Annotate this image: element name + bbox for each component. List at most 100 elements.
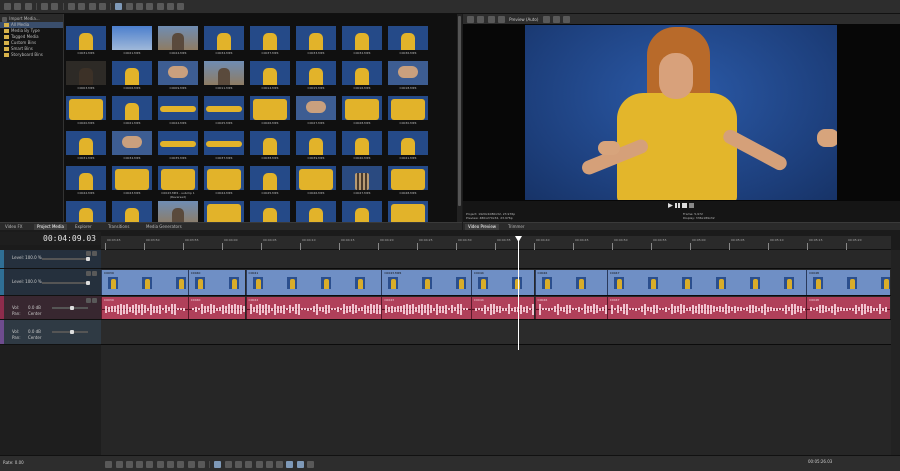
- tab-transitions[interactable]: Transitions: [105, 224, 132, 230]
- media-thumbnail[interactable]: [296, 201, 336, 222]
- media-thumbnail[interactable]: C0009.MP4: [158, 61, 198, 95]
- media-thumbnail[interactable]: [342, 201, 382, 222]
- media-thumbnail[interactable]: C0027.MP4: [296, 96, 336, 130]
- normal-edit-icon[interactable]: [214, 461, 222, 468]
- redo-icon[interactable]: [51, 3, 59, 10]
- split-screen-icon[interactable]: [497, 16, 505, 23]
- media-thumbnail[interactable]: C0043.MP4 - subclip 1 (Reversed): [158, 166, 198, 200]
- video-track-2-row[interactable]: C0039 C0040 C0041 C0043.MP4 C0044 C0046 C0047 C…: [101, 269, 891, 296]
- media-thumbnail[interactable]: [250, 201, 290, 222]
- media-thumbnail[interactable]: [112, 201, 152, 222]
- media-thumbnail[interactable]: C0003.MP4: [66, 61, 106, 95]
- media-thumbnail[interactable]: [158, 201, 198, 222]
- media-thumbnail[interactable]: C0038.MP4: [250, 131, 290, 165]
- delete-icon[interactable]: [98, 3, 106, 10]
- volume-slider[interactable]: [52, 306, 88, 310]
- pause-icon[interactable]: [146, 461, 154, 468]
- mute-icon[interactable]: [86, 251, 91, 256]
- audio-clip[interactable]: C0040: [187, 297, 246, 319]
- auto-ripple-icon[interactable]: [156, 3, 164, 10]
- play-from-start-icon[interactable]: [125, 461, 133, 468]
- audio-track-header-2[interactable]: Vol: 0.0 dB Pan: Center: [0, 320, 101, 345]
- import-media-button[interactable]: Import Media...: [9, 16, 39, 21]
- preview-quality-dropdown[interactable]: Preview (Auto): [509, 17, 538, 22]
- play-icon[interactable]: [136, 461, 144, 468]
- solo-icon[interactable]: [92, 251, 97, 256]
- cut-icon[interactable]: [67, 3, 75, 10]
- video-clip[interactable]: C0039: [101, 270, 188, 295]
- media-thumbnail[interactable]: C0021.MP4: [112, 96, 152, 130]
- save-icon[interactable]: [14, 3, 22, 10]
- media-tree-item[interactable]: Storyboard Bins: [0, 52, 63, 58]
- audio-clip[interactable]: C0044: [470, 297, 535, 319]
- video-clip[interactable]: C0046: [534, 270, 607, 295]
- media-thumbnail[interactable]: [66, 201, 106, 222]
- video-track-header-2[interactable]: Level: 100.0 %: [0, 269, 101, 296]
- audio-clip[interactable]: C0039: [101, 297, 188, 319]
- split-icon[interactable]: [224, 461, 232, 468]
- preview-settings-icon[interactable]: [467, 16, 474, 23]
- media-thumbnail[interactable]: C0014.MP4: [250, 61, 290, 95]
- marker-icon[interactable]: [265, 461, 273, 468]
- undo-icon[interactable]: [41, 3, 49, 10]
- timeline-empty-area[interactable]: [101, 345, 891, 455]
- media-thumbnail[interactable]: C0025.MP4: [204, 96, 244, 130]
- playhead-line[interactable]: [518, 240, 519, 350]
- timeline-timecode[interactable]: 00:04:09.03: [0, 232, 101, 245]
- tab-trimmer[interactable]: Trimmer: [505, 224, 528, 230]
- track-level-slider[interactable]: [42, 281, 90, 285]
- video-track-1-row[interactable]: [101, 250, 891, 269]
- media-thumbnail[interactable]: C0031.MP4: [66, 26, 106, 60]
- media-thumbnail[interactable]: C0044.MP4: [204, 166, 244, 200]
- media-thumbnail[interactable]: C0047.MP4: [342, 166, 382, 200]
- prev-frame-icon[interactable]: [187, 461, 195, 468]
- media-thumbnail[interactable]: C0031.MP4: [66, 131, 106, 165]
- audio-clip[interactable]: C0047: [606, 297, 807, 319]
- tab-video-fx[interactable]: Video FX: [2, 224, 26, 230]
- video-track-header-1[interactable]: Level: 100.0 %: [0, 250, 101, 269]
- copy-icon[interactable]: [78, 3, 86, 10]
- media-thumbnail[interactable]: C0026.MP4: [250, 96, 290, 130]
- media-thumbnail[interactable]: C0020.MP4: [66, 96, 106, 130]
- go-to-start-icon[interactable]: [166, 461, 174, 468]
- media-thumbnail[interactable]: C0032.MP4: [342, 26, 382, 60]
- audio-track-header-1[interactable]: Vol: 0.0 dB Pan: Center: [0, 296, 101, 320]
- overlays-icon[interactable]: [542, 16, 550, 23]
- media-thumbnail[interactable]: C0024.MP4: [158, 26, 198, 60]
- media-thumbnail[interactable]: [204, 201, 244, 222]
- lock-envelopes-icon[interactable]: [177, 3, 185, 10]
- media-thumbnail[interactable]: C0039.MP4: [296, 131, 336, 165]
- video-clip[interactable]: C0041: [245, 270, 382, 295]
- audio-clip[interactable]: C0046: [534, 297, 607, 319]
- stop-icon[interactable]: [156, 461, 164, 468]
- save-snapshot-icon[interactable]: [563, 16, 571, 23]
- mute-icon[interactable]: [86, 298, 91, 303]
- import-media-icon[interactable]: [2, 16, 7, 22]
- media-thumbnail[interactable]: C0006.MP4: [112, 61, 152, 95]
- scrollbar-thumb[interactable]: [458, 16, 461, 206]
- snapping-icon[interactable]: [166, 3, 174, 10]
- open-icon[interactable]: [4, 3, 11, 10]
- media-thumbnail[interactable]: C0030.MP4: [388, 96, 428, 130]
- video-clip[interactable]: C0044: [470, 270, 535, 295]
- media-thumbnail[interactable]: C0011.MP4: [204, 61, 244, 95]
- media-thumbnail[interactable]: C0043.MP4: [112, 166, 152, 200]
- media-thumbnail[interactable]: C0028.MP4: [342, 96, 382, 130]
- media-thumbnail[interactable]: C0040.MP4: [342, 131, 382, 165]
- tab-explorer[interactable]: Explorer: [72, 224, 95, 230]
- go-to-end-icon[interactable]: [177, 461, 185, 468]
- media-thumbnail[interactable]: C0042.MP4: [66, 166, 106, 200]
- audio-track-2-row[interactable]: [101, 320, 891, 345]
- media-thumbnail[interactable]: C0035.MP4: [158, 131, 198, 165]
- snap-icon[interactable]: [296, 461, 304, 468]
- play-icon[interactable]: [668, 203, 673, 208]
- solo-icon[interactable]: [92, 271, 97, 276]
- record-icon[interactable]: [105, 461, 113, 468]
- media-thumbnail[interactable]: C0045.MP4: [250, 166, 290, 200]
- copy-snapshot-icon[interactable]: [552, 16, 560, 23]
- video-clip[interactable]: C0043.MP4: [381, 270, 471, 295]
- zoom-tool-icon[interactable]: [146, 3, 154, 10]
- media-thumbnail[interactable]: C0033.MP4: [296, 26, 336, 60]
- media-thumbnail[interactable]: C0016.MP4: [342, 61, 382, 95]
- audio-track-1-row[interactable]: C0039 C0040 C0042 C0043 C0044 C0046 C0047 C0048: [101, 296, 891, 320]
